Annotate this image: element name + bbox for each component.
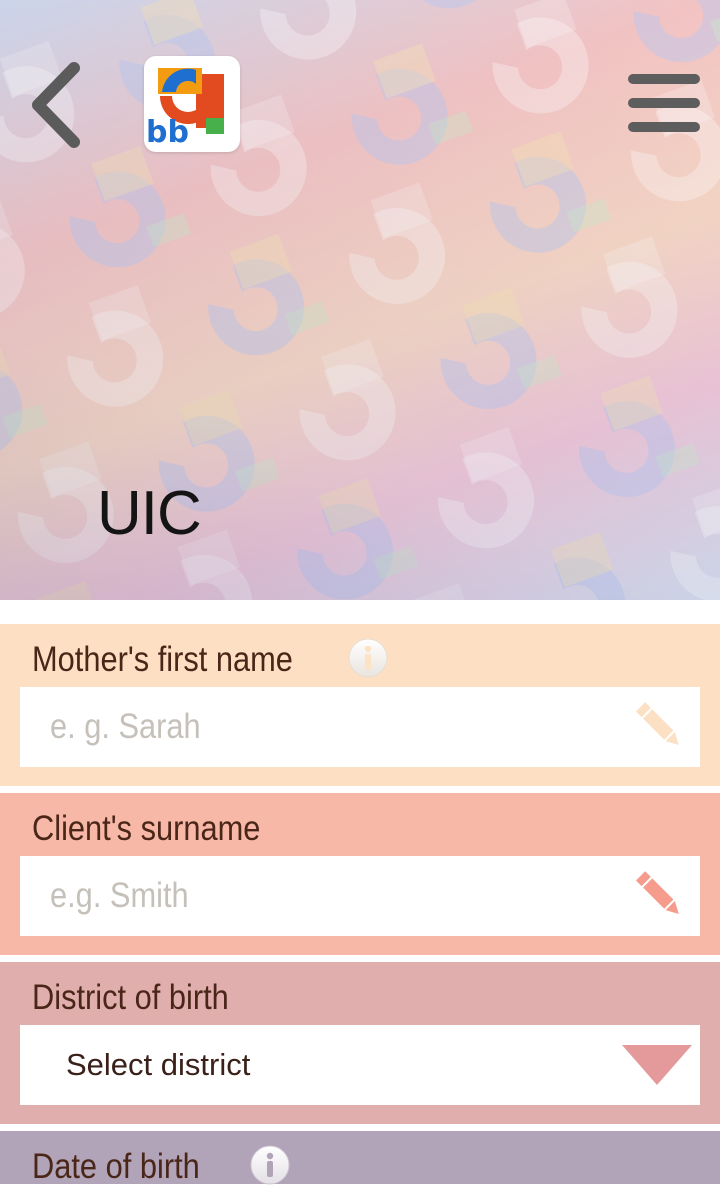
chevron-left-icon [32,62,80,148]
logo-icon: bb [146,68,224,150]
info-icon[interactable] [348,638,388,678]
mothers-first-name-label: Mother's first name [32,640,293,679]
mothers-first-name-placeholder: e. g. Sarah [50,707,201,746]
mothers-first-name-section: Mother's first name e. g. Sarah [0,624,720,786]
header-banner: bb UIC [0,0,720,600]
date-of-birth-section: Date of birth [0,1131,720,1186]
chevron-down-icon [622,1045,692,1085]
pencil-icon [635,702,679,746]
clients-surname-label: Client's surname [32,809,261,848]
page-title: UIC [97,479,202,548]
clients-surname-placeholder: e.g. Smith [50,876,189,915]
district-of-birth-label: District of birth [32,978,229,1017]
back-button[interactable] [28,60,88,150]
clients-surname-section: Client's surname e.g. Smith [0,793,720,955]
info-icon[interactable] [250,1145,290,1185]
district-select-value: Select district [66,1047,251,1082]
district-select[interactable]: Select district [20,1025,700,1105]
mothers-first-name-input[interactable]: e. g. Sarah [20,687,700,767]
logo-text: bb [146,115,189,150]
menu-button[interactable] [626,70,702,136]
pencil-icon [635,871,679,915]
clients-surname-input[interactable]: e.g. Smith [20,856,700,936]
date-of-birth-label: Date of birth [32,1147,200,1186]
district-of-birth-section: District of birth Select district [0,962,720,1124]
app-logo: bb [144,56,240,152]
